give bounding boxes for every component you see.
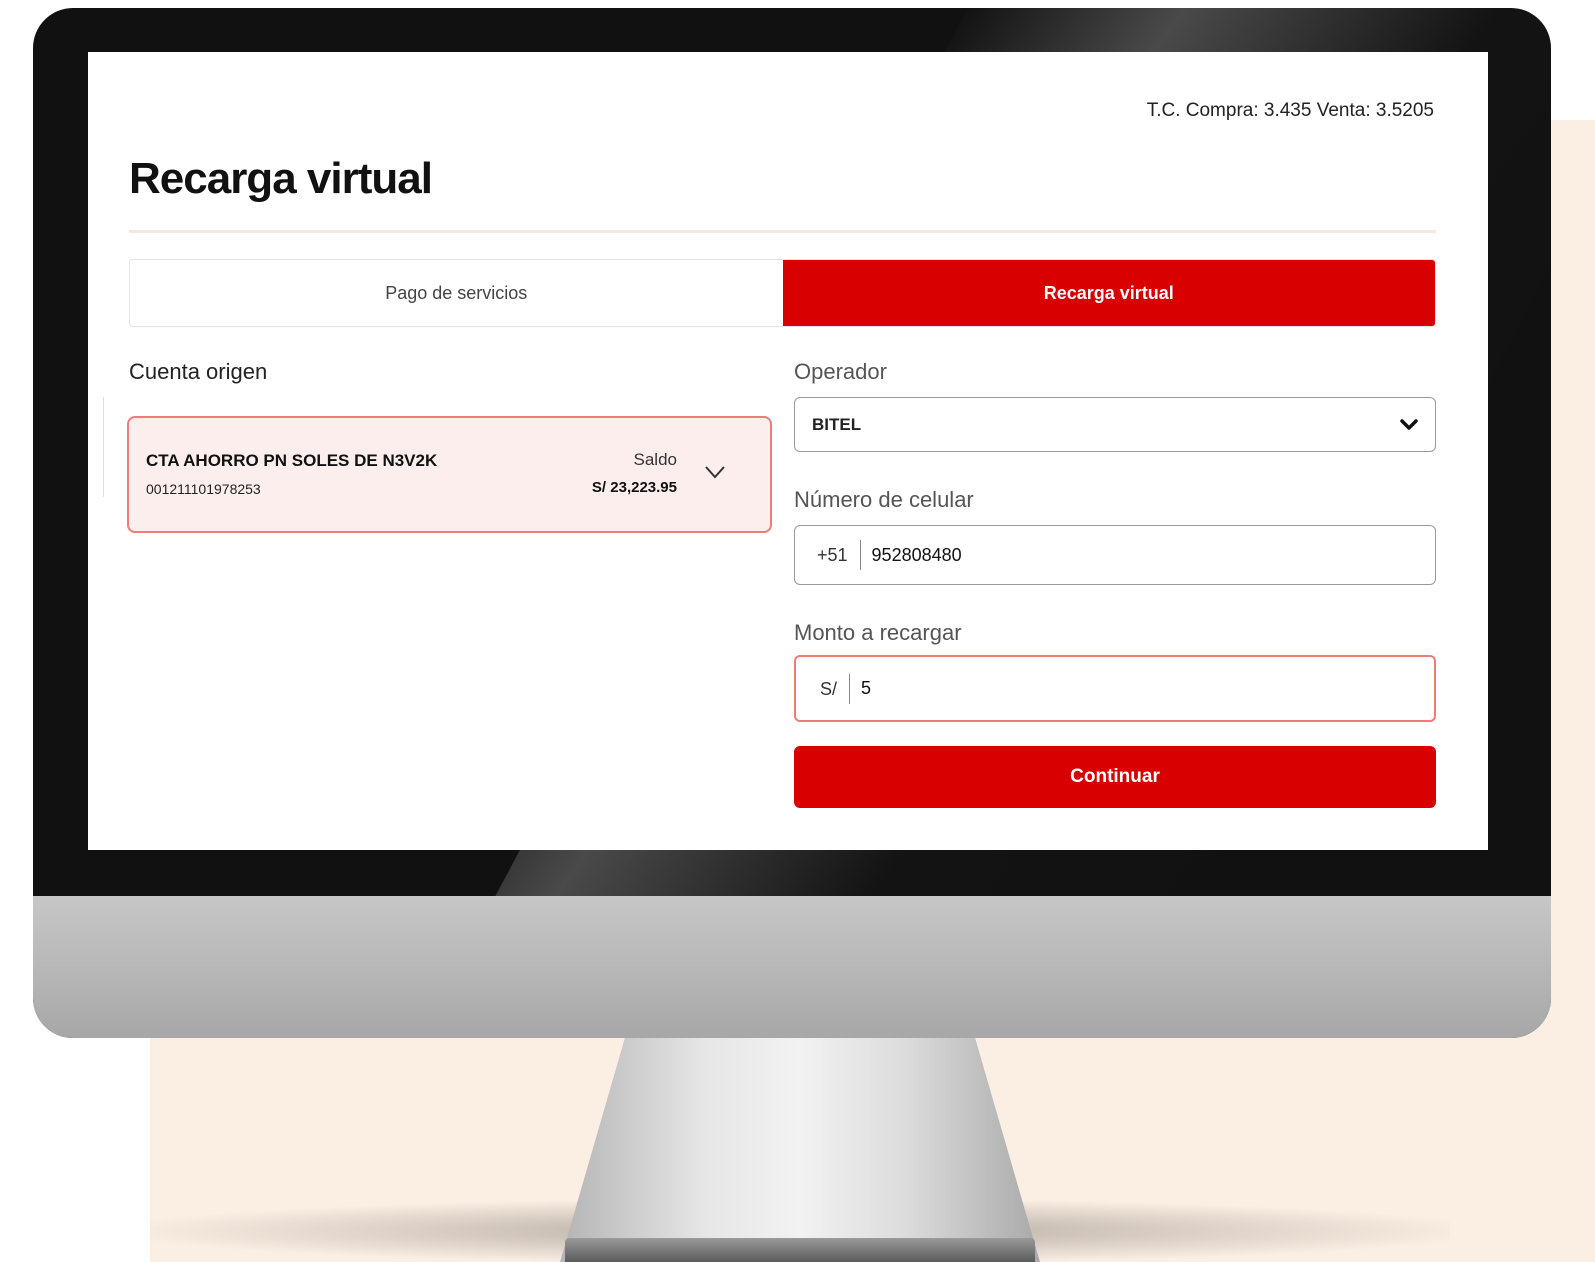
title-divider: [129, 230, 1436, 233]
account-name: CTA AHORRO PN SOLES DE N3V2K: [146, 451, 438, 470]
phone-value: 952808480: [871, 544, 962, 565]
operator-selected-value: BITEL: [812, 414, 862, 434]
exchange-rate: T.C. Compra: 3.435 Venta: 3.5205: [1146, 100, 1434, 121]
account-number: 001211101978253: [146, 481, 261, 497]
source-account-selector[interactable]: CTA AHORRO PN SOLES DE N3V2K 00121110197…: [127, 416, 772, 533]
balance-value: S/ 23,223.95: [591, 479, 677, 496]
continue-button[interactable]: Continuar: [794, 746, 1436, 808]
tab-pago-de-servicios[interactable]: Pago de servicios: [130, 260, 783, 326]
balance-label: Saldo: [633, 450, 677, 469]
monitor-chin: [33, 896, 1551, 1038]
phone-label: Número de celular: [794, 487, 974, 512]
tab-recarga-virtual[interactable]: Recarga virtual: [782, 260, 1435, 326]
operator-select[interactable]: BITEL: [794, 397, 1436, 452]
divider-line: [103, 397, 104, 497]
app-screen: T.C. Compra: 3.435 Venta: 3.5205 Recarga…: [88, 52, 1488, 850]
page-title: Recarga virtual: [129, 154, 433, 203]
source-account-label: Cuenta origen: [129, 359, 268, 384]
amount-input[interactable]: S/ 5: [794, 655, 1436, 722]
chevron-down-icon: [705, 466, 725, 479]
currency-prefix: S/: [820, 673, 851, 704]
phone-country-code: +51: [817, 540, 861, 570]
operator-label: Operador: [794, 359, 887, 384]
amount-label: Monto a recargar: [794, 620, 962, 645]
phone-input[interactable]: +51 952808480: [794, 525, 1436, 585]
chevron-down-icon: [1400, 418, 1418, 430]
monitor-base: [565, 1238, 1035, 1262]
amount-value: 5: [861, 678, 872, 698]
tab-bar: Pago de servicios Recarga virtual: [129, 259, 1436, 327]
monitor-stand: [560, 1030, 1040, 1262]
